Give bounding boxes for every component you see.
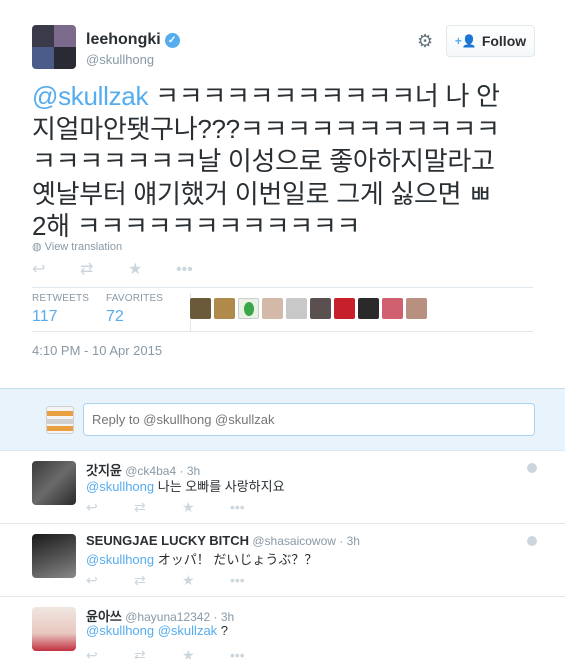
reply-input[interactable] (83, 403, 535, 436)
reply-mention[interactable]: @skullhong @skullzak (86, 623, 217, 638)
reply-author-handle[interactable]: @hayuna12342 (125, 610, 210, 624)
retweets-count: 117 (32, 308, 58, 325)
reply-author-handle[interactable]: @shasaicowow (252, 534, 336, 548)
divider (32, 331, 533, 332)
tweet-mention[interactable]: @skullzak (32, 81, 148, 111)
view-translation-link[interactable]: ◍ View translation (32, 240, 122, 253)
tweet-text-line: 2해 ㅋㅋㅋㅋㅋㅋㅋㅋㅋㅋㅋㅋ (32, 211, 361, 241)
tweet-text-line: ㅋㅋㅋㅋㅋㅋㅋㅋㅋㅋㅋ너 나 안 (148, 81, 500, 111)
favorite-icon[interactable]: ★ (182, 572, 230, 589)
author-avatar[interactable] (32, 25, 76, 69)
reply-avatar[interactable] (32, 534, 76, 578)
reply-time[interactable]: 3h (347, 534, 360, 548)
favorite-icon[interactable]: ★ (182, 499, 230, 516)
retweet-icon[interactable]: ⇄ (80, 260, 128, 280)
favoriter-avatar[interactable] (190, 298, 211, 319)
tweet-text-line: 지얼마안됏구나???ㅋㅋㅋㅋㅋㅋㅋㅋㅋㅋㅋ (32, 113, 500, 144)
globe-icon: ◍ (32, 241, 42, 253)
reply-mention[interactable]: @skullhong (86, 479, 154, 494)
favoriter-avatar[interactable] (310, 298, 331, 319)
reply-text: @skullhong オッパ！ だいじょうぶ？？ (86, 552, 318, 567)
reply-icon[interactable]: ↩ (32, 260, 80, 280)
follow-button-label: Follow (481, 33, 527, 49)
tweet-timestamp[interactable]: 4:10 PM - 10 Apr 2015 (32, 343, 162, 358)
more-icon[interactable]: ••• (230, 499, 278, 516)
favoriter-avatar[interactable] (358, 298, 379, 319)
reply-author-name[interactable]: 윤아쓰 (86, 609, 122, 624)
reply-tweet[interactable]: SEUNGJAE LUCKY BITCH @shasaicowow · 3h @… (0, 524, 565, 597)
reply-icon[interactable]: ↩ (86, 499, 134, 516)
add-user-icon: +👤 (454, 34, 477, 48)
retweets-stat[interactable]: RETWEETS 117 (32, 293, 89, 326)
reply-actions: ↩ ⇄ ★ ••• (86, 499, 278, 516)
reply-author-name[interactable]: SEUNGJAE LUCKY BITCH (86, 533, 249, 548)
verified-badge-icon: ✓ (164, 33, 180, 48)
favoriter-avatar[interactable] (286, 298, 307, 319)
reply-mention[interactable]: @skullhong (86, 552, 154, 567)
retweet-icon[interactable]: ⇄ (134, 499, 182, 516)
more-icon[interactable]: ••• (176, 260, 224, 280)
reply-text: @skullhong @skullzak ? (86, 623, 229, 638)
favorite-icon[interactable]: ★ (182, 647, 230, 659)
reply-header: SEUNGJAE LUCKY BITCH @shasaicowow · 3h (86, 533, 360, 548)
more-icon[interactable]: ••• (230, 572, 278, 589)
reply-icon[interactable]: ↩ (86, 647, 134, 659)
reply-menu-icon[interactable] (527, 536, 537, 546)
favorites-stat[interactable]: FAVORITES 72 (106, 293, 163, 326)
author-name[interactable]: leehongki ✓ (86, 31, 180, 49)
favoriter-avatar[interactable] (262, 298, 283, 319)
favoriter-avatars (190, 298, 427, 319)
favoriter-avatar[interactable] (334, 298, 355, 319)
reply-tweet[interactable]: 윤아쓰 @hayuna12342 · 3h @skullhong @skullz… (0, 597, 565, 659)
reply-avatar[interactable] (32, 607, 76, 651)
reply-avatar[interactable] (32, 461, 76, 505)
tweet-permalink: leehongki ✓ @skullhong ⚙ +👤 Follow @skull… (0, 0, 565, 388)
follow-button[interactable]: +👤 Follow (446, 25, 535, 57)
retweet-icon[interactable]: ⇄ (134, 647, 182, 659)
reply-menu-icon[interactable] (527, 463, 537, 473)
more-icon[interactable]: ••• (230, 647, 278, 659)
tweet-actions: ↩ ⇄ ★ ••• (32, 260, 224, 280)
tweet-text: @skullzak ㅋㅋㅋㅋㅋㅋㅋㅋㅋㅋㅋ너 나 안 지얼마안됏구나???ㅋㅋㅋ… (32, 80, 542, 243)
reply-text: @skullhong 나는 오빠를 사랑하지요 (86, 479, 285, 494)
my-avatar (46, 406, 74, 434)
tweet-text-line: 옛날부터 얘기했거 이번일로 그게 싫으면 ㅃ (32, 178, 492, 209)
reply-actions: ↩ ⇄ ★ ••• (86, 572, 278, 589)
favoriter-avatar[interactable] (214, 298, 235, 319)
tweet-text-line: ㅋㅋㅋㅋㅋㅋㅋ날 이성으로 좋아하지말라고 (32, 146, 495, 176)
retweet-icon[interactable]: ⇄ (134, 572, 182, 589)
divider (32, 287, 533, 288)
reply-actions: ↩ ⇄ ★ ••• (86, 647, 278, 659)
favoriter-avatar[interactable] (238, 298, 259, 319)
favoriter-avatar[interactable] (406, 298, 427, 319)
favorites-count: 72 (106, 308, 124, 325)
favorite-icon[interactable]: ★ (128, 260, 176, 280)
author-handle[interactable]: @skullhong (86, 52, 154, 67)
gear-icon[interactable]: ⚙ (417, 32, 435, 50)
reply-time[interactable]: 3h (221, 610, 234, 624)
reply-composer (0, 388, 565, 451)
reply-tweet[interactable]: 갓지윤 @ck4ba4 · 3h @skullhong 나는 오빠를 사랑하지요… (0, 451, 565, 524)
favoriter-avatar[interactable] (382, 298, 403, 319)
reply-icon[interactable]: ↩ (86, 572, 134, 589)
